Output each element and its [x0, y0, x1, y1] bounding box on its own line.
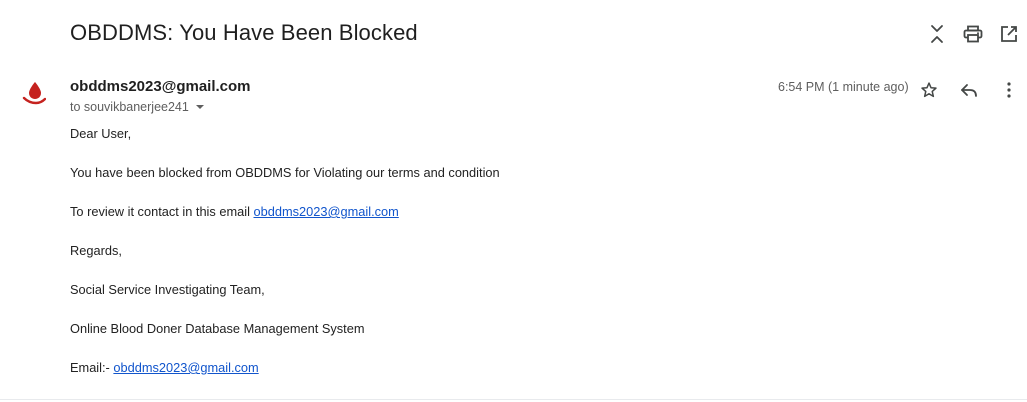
message-timestamp: 6:54 PM (1 minute ago): [778, 80, 909, 94]
star-icon[interactable]: [919, 78, 939, 102]
recipient-label: to souvikbanerjee241: [70, 100, 189, 114]
email-body: Dear User, You have been blocked from OB…: [70, 126, 500, 399]
print-icon[interactable]: [963, 22, 983, 46]
regards-text: Regards,: [70, 243, 122, 258]
signature-email-prefix: Email:-: [70, 360, 114, 375]
open-in-new-window-icon[interactable]: [999, 22, 1019, 46]
more-options-icon[interactable]: [999, 78, 1019, 102]
divider: [0, 399, 1027, 400]
reply-icon[interactable]: [959, 78, 979, 102]
email-view: OBDDMS: You Have Been Blocked obddms2023…: [0, 0, 1027, 402]
thread-toolbar: [927, 22, 1019, 46]
chevron-down-icon[interactable]: [195, 104, 205, 110]
signature-email-line: Email:- obddms2023@gmail.com: [70, 360, 500, 376]
review-contact-text: To review it contact in this email obddm…: [70, 204, 500, 220]
blocked-notice-text: You have been blocked from OBDDMS for Vi…: [70, 165, 500, 180]
message-toolbar: [919, 78, 1019, 102]
team-signature-text: Social Service Investigating Team,: [70, 282, 265, 297]
sender-email[interactable]: obddms2023@gmail.com: [70, 78, 251, 95]
signature-email-link[interactable]: obddms2023@gmail.com: [113, 360, 258, 375]
email-subject: OBDDMS: You Have Been Blocked: [70, 20, 418, 45]
expand-collapse-icon[interactable]: [927, 22, 947, 46]
blood-drop-hand-icon: [22, 80, 47, 106]
greeting-text: Dear User,: [70, 126, 132, 141]
recipient-line: to souvikbanerjee241: [70, 100, 205, 114]
review-contact-prefix: To review it contact in this email: [70, 204, 254, 219]
review-email-link[interactable]: obddms2023@gmail.com: [254, 204, 399, 219]
organization-text: Online Blood Doner Database Management S…: [70, 321, 365, 336]
